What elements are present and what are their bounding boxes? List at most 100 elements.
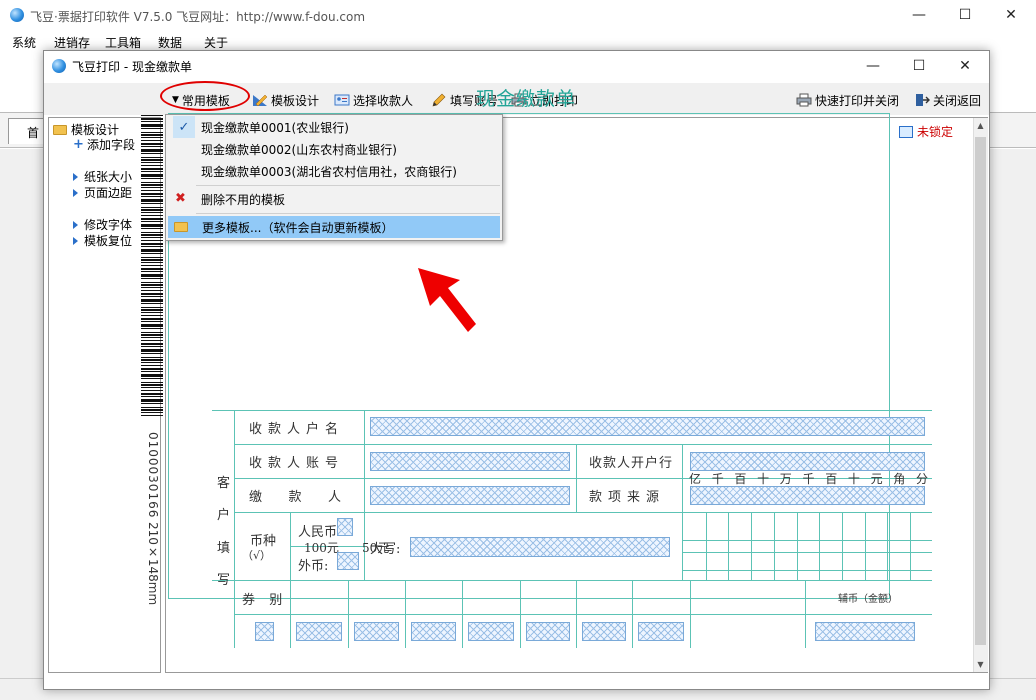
coin-amount-field[interactable] xyxy=(815,622,915,641)
customer-label-char: 填 xyxy=(217,541,231,556)
barcode-bar xyxy=(141,284,163,286)
template-design-button[interactable]: 模板设计 xyxy=(252,90,319,110)
denomination-field[interactable] xyxy=(411,622,456,641)
tree-item-change-font[interactable]: 修改字体 xyxy=(73,216,132,233)
tree-item-reset-template[interactable]: 模板复位 xyxy=(73,232,132,249)
scroll-up-arrow-icon[interactable]: ▲ xyxy=(975,121,986,130)
rmb-check-field[interactable] xyxy=(337,518,353,536)
payer-field[interactable] xyxy=(370,486,570,505)
menu-tools[interactable]: 工具箱 xyxy=(105,34,141,51)
barcode-bar xyxy=(141,249,163,252)
barcode-bar xyxy=(141,353,163,354)
template-item-0003[interactable]: 现金缴款单0003(湖北省农村信用社，农商银行) xyxy=(167,160,501,182)
amount-digit-header: 百 xyxy=(825,472,838,486)
payee-account-field[interactable] xyxy=(370,452,570,471)
template-item-0001[interactable]: ✓ 现金缴款单0001(农业银行) xyxy=(167,116,501,138)
amount-digit-header: 元 xyxy=(870,472,883,486)
main-titlebar: 飞豆·票据打印软件 V7.5.0 飞豆网址：http://www.f-dou.c… xyxy=(0,0,1036,31)
amount-digit-header: 千 xyxy=(802,472,815,486)
dialog-maximize-button[interactable]: ☐ xyxy=(896,51,942,81)
scrollbar-thumb[interactable] xyxy=(975,137,986,645)
denomination-field[interactable] xyxy=(582,622,626,641)
dialog-title: 飞豆打印 - 现金缴款单 xyxy=(72,60,192,74)
menu-system[interactable]: 系统 xyxy=(12,34,36,51)
foreign-check-field[interactable] xyxy=(337,552,359,570)
open-folder-icon xyxy=(174,222,188,232)
barcode-bar xyxy=(141,371,163,372)
denom-count-field[interactable] xyxy=(255,622,274,641)
amount-digit-header: 百 xyxy=(734,472,747,486)
quick-print-close-button[interactable]: 快速打印并关闭 xyxy=(796,90,899,110)
barcode-bar xyxy=(141,287,163,288)
calendar-lock-icon xyxy=(899,125,913,138)
close-return-button[interactable]: 关闭返回 xyxy=(914,90,981,110)
grid-line xyxy=(887,512,889,580)
barcode-bar xyxy=(141,374,163,377)
dialog-minimize-button[interactable]: — xyxy=(850,51,896,81)
barcode-bar xyxy=(141,315,163,316)
barcode-bar xyxy=(141,318,163,320)
menu-inventory[interactable]: 进销存 xyxy=(54,34,90,51)
barcode-bar xyxy=(141,182,163,183)
more-templates-item[interactable]: 更多模板...（软件会自动更新模板） xyxy=(168,216,500,238)
barcode-bar xyxy=(141,399,163,402)
payee-bank-field[interactable] xyxy=(690,452,925,471)
barcode-bar xyxy=(141,203,163,204)
denomination-field[interactable] xyxy=(526,622,570,641)
triangle-right-icon xyxy=(73,172,78,181)
denomination-field[interactable] xyxy=(468,622,514,641)
barcode-graphic xyxy=(141,115,163,416)
main-maximize-button[interactable]: ☐ xyxy=(942,0,988,30)
grid-line xyxy=(682,552,932,553)
source-field[interactable] xyxy=(690,486,925,505)
lock-status[interactable]: 未锁定 xyxy=(899,123,953,140)
delete-unused-templates-item[interactable]: ✖ 删除不用的模板 xyxy=(167,188,501,210)
barcode-bar xyxy=(141,146,163,147)
amount-digit-header: 十 xyxy=(847,472,860,486)
barcode-bar xyxy=(141,412,163,413)
tree-item-paper-size[interactable]: 纸张大小 xyxy=(73,168,132,185)
form-title: 现金缴款单 xyxy=(476,88,577,110)
barcode-bar xyxy=(141,293,163,295)
barcode-bar xyxy=(141,153,163,154)
menu-data[interactable]: 数据 xyxy=(158,34,182,51)
denomination-field[interactable] xyxy=(354,622,399,641)
tree-item-label: 页面边距 xyxy=(84,186,133,200)
capital-amount-field[interactable] xyxy=(410,537,670,557)
barcode-bar xyxy=(141,343,163,345)
denomination-label: 券 别 xyxy=(242,593,285,608)
barcode-bar xyxy=(141,143,163,145)
tree-item-page-margin[interactable]: 页面边距 xyxy=(73,184,132,201)
dialog-close-button[interactable]: ✕ xyxy=(942,51,988,81)
scroll-down-arrow-icon[interactable]: ▼ xyxy=(975,660,986,669)
barcode-bar xyxy=(141,334,163,336)
plus-icon: + xyxy=(73,136,84,152)
grid-line xyxy=(576,444,577,512)
main-close-button[interactable]: ✕ xyxy=(988,0,1034,30)
background-tab-home[interactable]: 首 xyxy=(8,118,48,144)
grid-line xyxy=(682,540,932,541)
grid-line xyxy=(682,512,683,580)
template-item-0002[interactable]: 现金缴款单0002(山东农村商业银行) xyxy=(167,138,501,160)
barcode-bar xyxy=(141,309,163,311)
amount-digit-header: 分 xyxy=(916,472,929,486)
barcode-bar xyxy=(141,124,163,127)
denomination-field[interactable] xyxy=(296,622,342,641)
barcode-bar xyxy=(141,396,163,397)
checkmark-icon: ✓ xyxy=(173,116,195,138)
barcode-bar xyxy=(141,178,163,179)
denomination-header: 50元 xyxy=(362,541,390,555)
denomination-field[interactable] xyxy=(638,622,684,641)
main-minimize-button[interactable]: — xyxy=(896,0,942,30)
triangle-right-icon xyxy=(73,188,78,197)
menu-about[interactable]: 关于 xyxy=(204,34,228,51)
barcode-bar xyxy=(141,337,163,338)
select-payee-button[interactable]: 选择收款人 xyxy=(334,90,413,110)
tree-item-add-field[interactable]: + 添加字段 xyxy=(73,136,135,153)
tree-item-label: 添加字段 xyxy=(87,138,136,152)
grid-line xyxy=(796,512,798,580)
folder-icon xyxy=(53,124,67,135)
grid-line xyxy=(819,512,821,580)
payee-name-field[interactable] xyxy=(370,417,925,436)
payee-account-label: 收款人账号 xyxy=(249,456,345,471)
